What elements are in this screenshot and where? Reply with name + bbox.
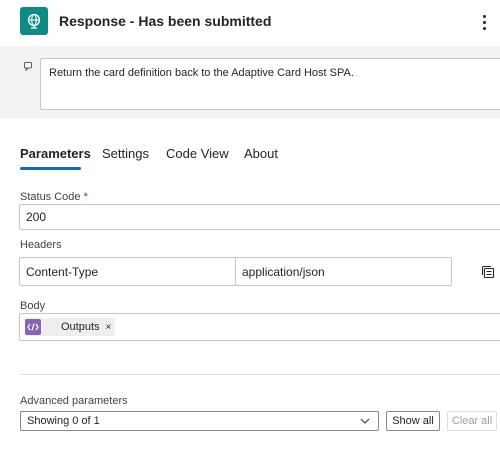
- status-code-label: Status Code *: [20, 191, 88, 203]
- switch-to-text-mode-icon[interactable]: [480, 264, 496, 280]
- description-field[interactable]: Return the card definition back to the A…: [40, 58, 500, 110]
- headers-label: Headers: [20, 239, 62, 251]
- section-divider: [20, 374, 500, 375]
- status-code-input[interactable]: 200: [19, 204, 500, 230]
- tab-settings[interactable]: Settings: [102, 146, 149, 161]
- body-label: Body: [20, 300, 46, 312]
- header-value-input[interactable]: application/json: [235, 257, 452, 286]
- description-area: Return the card definition back to the A…: [0, 46, 500, 118]
- more-options-icon[interactable]: [478, 10, 490, 34]
- globe-icon: [20, 7, 48, 35]
- select-value: Showing 0 of 1: [27, 415, 100, 427]
- status-code-label-text: Status Code: [20, 191, 81, 203]
- token-label: Outputs: [61, 321, 100, 333]
- tab-code-view[interactable]: Code View: [166, 146, 229, 161]
- advanced-parameters-select[interactable]: Showing 0 of 1: [20, 411, 379, 431]
- comment-icon: [24, 62, 32, 71]
- remove-token-icon[interactable]: ×: [106, 322, 112, 333]
- tab-parameters[interactable]: Parameters: [20, 146, 91, 161]
- header-key-input[interactable]: Content-Type: [19, 257, 236, 286]
- dynamic-content-token[interactable]: Outputs ×: [25, 318, 116, 336]
- advanced-parameters-label: Advanced parameters: [20, 395, 128, 407]
- expression-icon: [25, 319, 41, 335]
- action-title: Response - Has been submitted: [59, 13, 272, 29]
- action-card-header: Response - Has been submitted: [0, 0, 500, 46]
- show-all-button[interactable]: Show all: [386, 411, 440, 431]
- tab-about[interactable]: About: [244, 146, 278, 161]
- chevron-down-icon: [360, 418, 370, 424]
- required-mark: *: [83, 191, 88, 203]
- active-tab-indicator: [20, 167, 81, 170]
- clear-all-button[interactable]: Clear all: [447, 411, 497, 431]
